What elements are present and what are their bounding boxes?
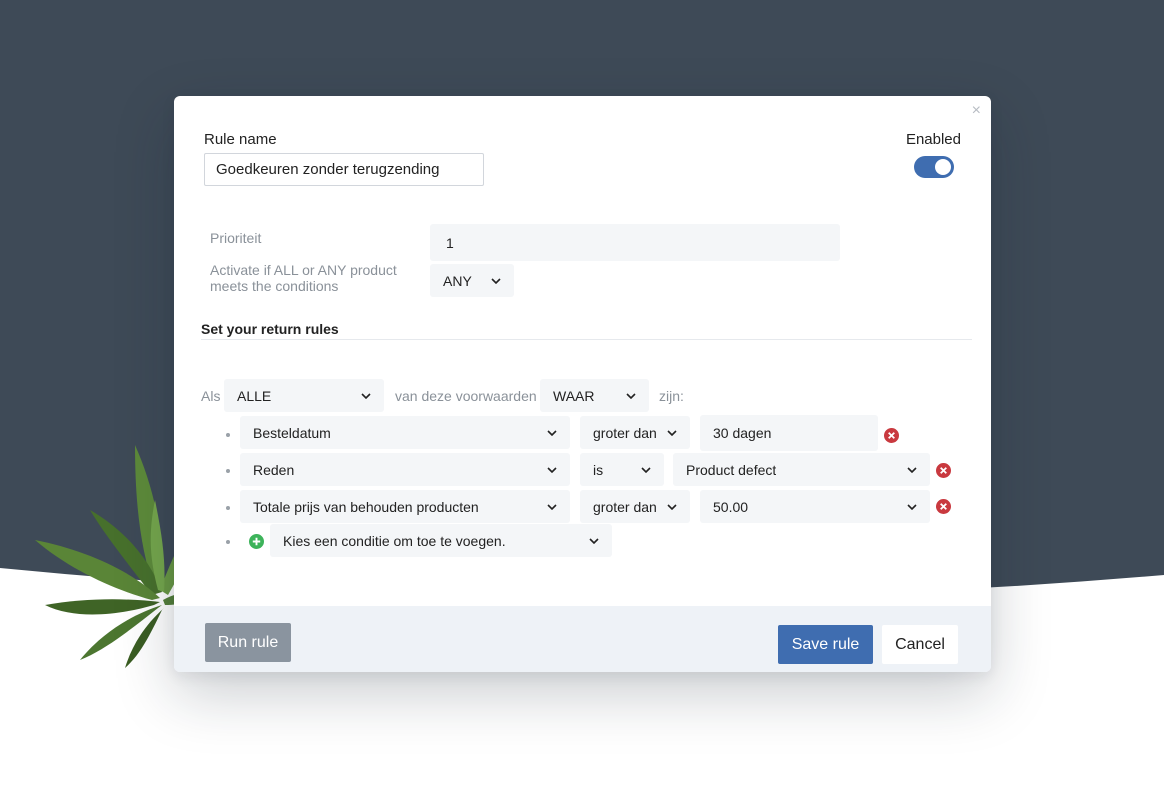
chevron-down-icon [547,466,557,473]
condition-operator-value: groter dan [593,424,657,441]
enabled-toggle[interactable] [914,156,954,178]
chevron-down-icon [361,392,371,399]
condition-field-value: Besteldatum [253,424,331,441]
enabled-label: Enabled [905,131,961,148]
add-condition-icon[interactable] [249,534,264,549]
condition-field-value: Reden [253,461,295,478]
conditions-middle-label: van deze voorwaarden [395,388,537,404]
condition-field-select[interactable]: Totale prijs van behouden producten [240,490,570,523]
condition-field-value: Totale prijs van behouden producten [253,498,479,515]
match-mode-select[interactable]: ALLE [224,379,384,412]
add-condition-placeholder: Kies een conditie om toe te voegen. [283,532,506,549]
condition-value-input[interactable] [700,415,878,451]
rule-name-label: Rule name [204,131,277,148]
condition-value-select[interactable]: 50.00 [700,490,930,523]
return-rules-heading: Set your return rules [201,321,339,337]
priority-input[interactable] [430,224,840,261]
chevron-down-icon [626,392,636,399]
condition-bullet [226,469,230,473]
chevron-down-icon [641,466,651,473]
condition-field-select[interactable]: Besteldatum [240,416,570,449]
condition-value: 50.00 [713,498,749,515]
truth-value: WAAR [553,387,595,404]
remove-condition-icon[interactable] [884,428,899,443]
chevron-down-icon [667,429,677,436]
condition-value: Product defect [686,461,777,478]
condition-bullet [226,433,230,437]
toggle-knob [935,159,951,175]
chevron-down-icon [491,277,501,284]
condition-value-select[interactable]: Product defect [673,453,930,486]
save-rule-button[interactable]: Save rule [778,625,873,664]
rule-name-input[interactable] [204,153,484,186]
condition-operator-value: is [593,461,604,478]
remove-condition-icon[interactable] [936,499,951,514]
condition-operator-select[interactable]: groter dan [580,416,690,449]
activate-select[interactable]: ANY [430,264,514,297]
zijn-label: zijn: [659,388,684,404]
condition-bullet [226,540,230,544]
run-rule-button[interactable]: Run rule [205,623,291,662]
chevron-down-icon [667,503,677,510]
cancel-button[interactable]: Cancel [882,625,958,664]
section-divider [201,339,972,340]
dialog-footer: Run rule Save rule Cancel [174,606,991,672]
truth-select[interactable]: WAAR [540,379,649,412]
close-icon[interactable]: × [972,102,981,120]
condition-bullet [226,506,230,510]
priority-label: Prioriteit [210,230,262,246]
match-mode-value: ALLE [237,387,272,404]
activate-label: Activate if ALL or ANY product meets the… [210,262,397,294]
condition-operator-select[interactable]: is [580,453,664,486]
condition-field-select[interactable]: Reden [240,453,570,486]
condition-operator-value: groter dan [593,498,657,515]
condition-operator-select[interactable]: groter dan [580,490,690,523]
remove-condition-icon[interactable] [936,463,951,478]
chevron-down-icon [907,466,917,473]
chevron-down-icon [589,537,599,544]
activate-select-value: ANY [443,272,472,289]
chevron-down-icon [547,503,557,510]
als-label: Als [201,388,221,404]
rule-editor-dialog: × Rule name Enabled Prioriteit Activate … [174,96,991,672]
add-condition-select[interactable]: Kies een conditie om toe te voegen. [270,524,612,557]
chevron-down-icon [907,503,917,510]
chevron-down-icon [547,429,557,436]
